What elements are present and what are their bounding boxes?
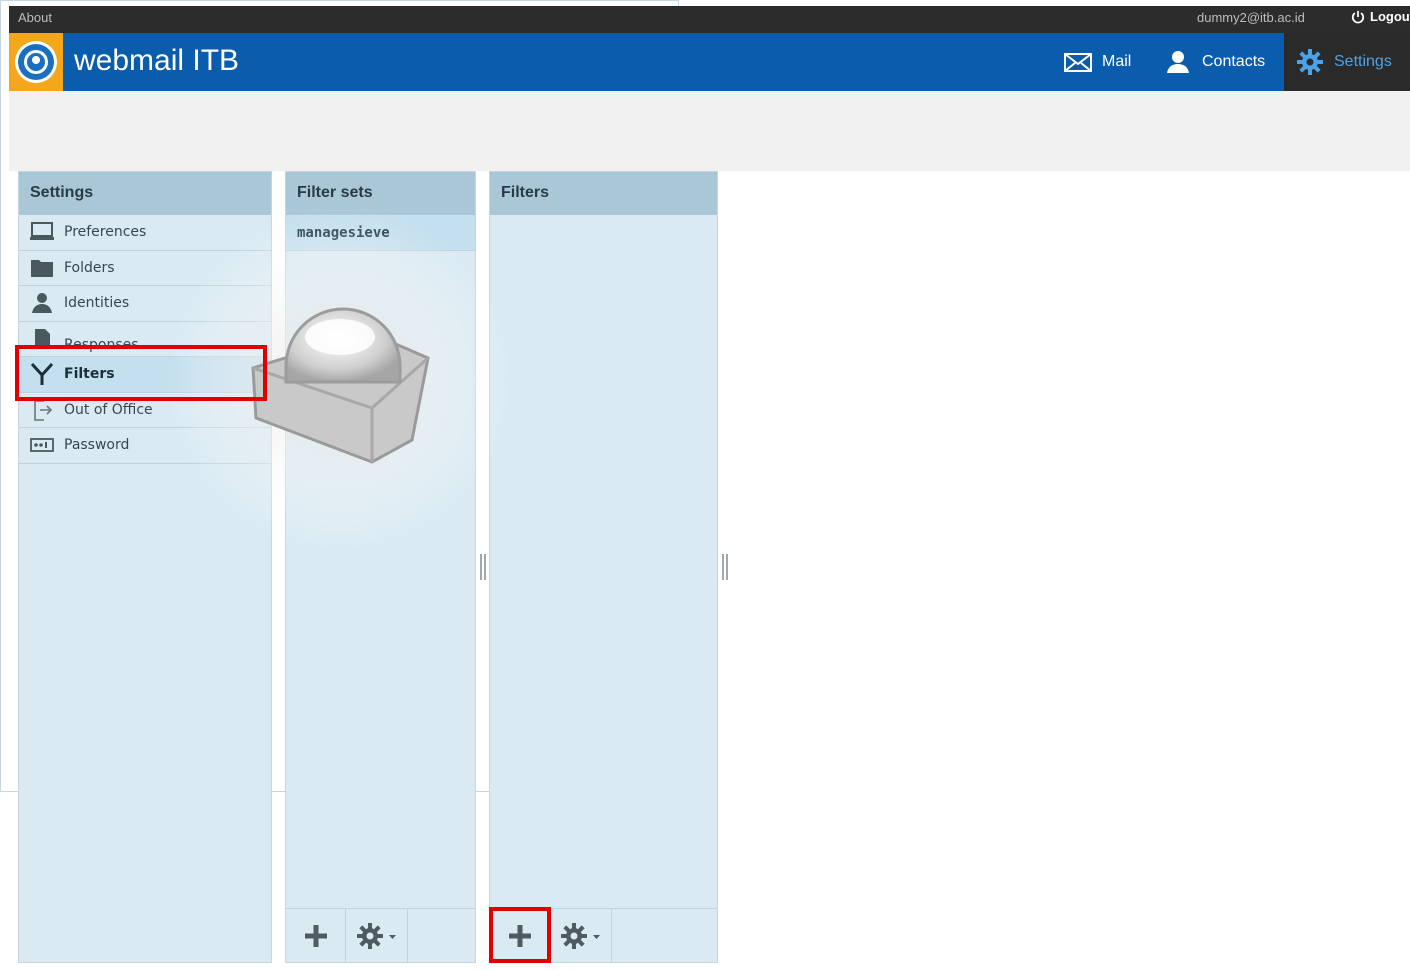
filters-footer: [490, 908, 717, 962]
add-filter-set-button[interactable]: [286, 909, 346, 962]
filters-panel: Filters: [489, 171, 718, 963]
add-filter-button[interactable]: [490, 909, 550, 962]
settings-item-label: Password: [64, 437, 130, 454]
contacts-icon: [1167, 51, 1189, 73]
settings-item-label: Preferences: [64, 224, 147, 241]
user-email: dummy2@itb.ac.id: [1197, 10, 1305, 25]
nav-contacts-label: Contacts: [1202, 53, 1266, 70]
person-icon: [32, 293, 52, 314]
filter-icon: [30, 363, 54, 386]
nav-mail[interactable]: Mail: [1064, 33, 1131, 91]
filter-sets-footer: [286, 908, 475, 962]
gear-menu-icon: [356, 922, 396, 949]
settings-item-label: Filters: [64, 366, 115, 383]
app-header: webmail ITB Mail Contacts Settings: [9, 33, 1410, 91]
settings-item-label: Identities: [64, 295, 130, 312]
nav-settings[interactable]: Settings: [1284, 33, 1410, 91]
settings-item-label: Out of Office: [64, 401, 153, 418]
nav-mail-label: Mail: [1102, 53, 1132, 70]
monitor-icon: [30, 222, 54, 241]
settings-gear-icon: [1297, 49, 1323, 75]
power-icon: [1351, 10, 1365, 23]
plus-icon: [508, 924, 531, 947]
nav-contacts[interactable]: Contacts: [1164, 33, 1265, 91]
filters-title: Filters: [490, 172, 717, 215]
gear-menu-icon: [560, 922, 600, 949]
mail-icon: [1064, 53, 1092, 72]
top-bar: About dummy2@itb.ac.id Logout: [9, 6, 1410, 33]
itb-logo[interactable]: [9, 33, 63, 91]
settings-item-label: Folders: [64, 259, 115, 276]
roundcube-logo-icon: [165, 205, 515, 555]
settings-item-label: Responses: [64, 336, 139, 353]
folder-icon: [31, 259, 53, 277]
app-title: webmail ITB: [74, 44, 240, 77]
filter-actions-button[interactable]: [550, 909, 612, 962]
logout-label: Logout: [1370, 9, 1410, 24]
nav-settings-label: Settings: [1334, 53, 1392, 70]
out-of-office-icon: [34, 399, 53, 421]
about-link[interactable]: About: [18, 10, 52, 25]
plus-icon: [304, 924, 327, 947]
toolbar-area: [9, 91, 1410, 171]
itb-seal-icon: [15, 41, 57, 83]
document-icon: [35, 328, 50, 349]
column-splitter[interactable]: [721, 554, 729, 580]
logout-button[interactable]: Logout: [1351, 9, 1410, 24]
filter-set-actions-button[interactable]: [346, 909, 408, 962]
password-icon: [30, 438, 54, 453]
